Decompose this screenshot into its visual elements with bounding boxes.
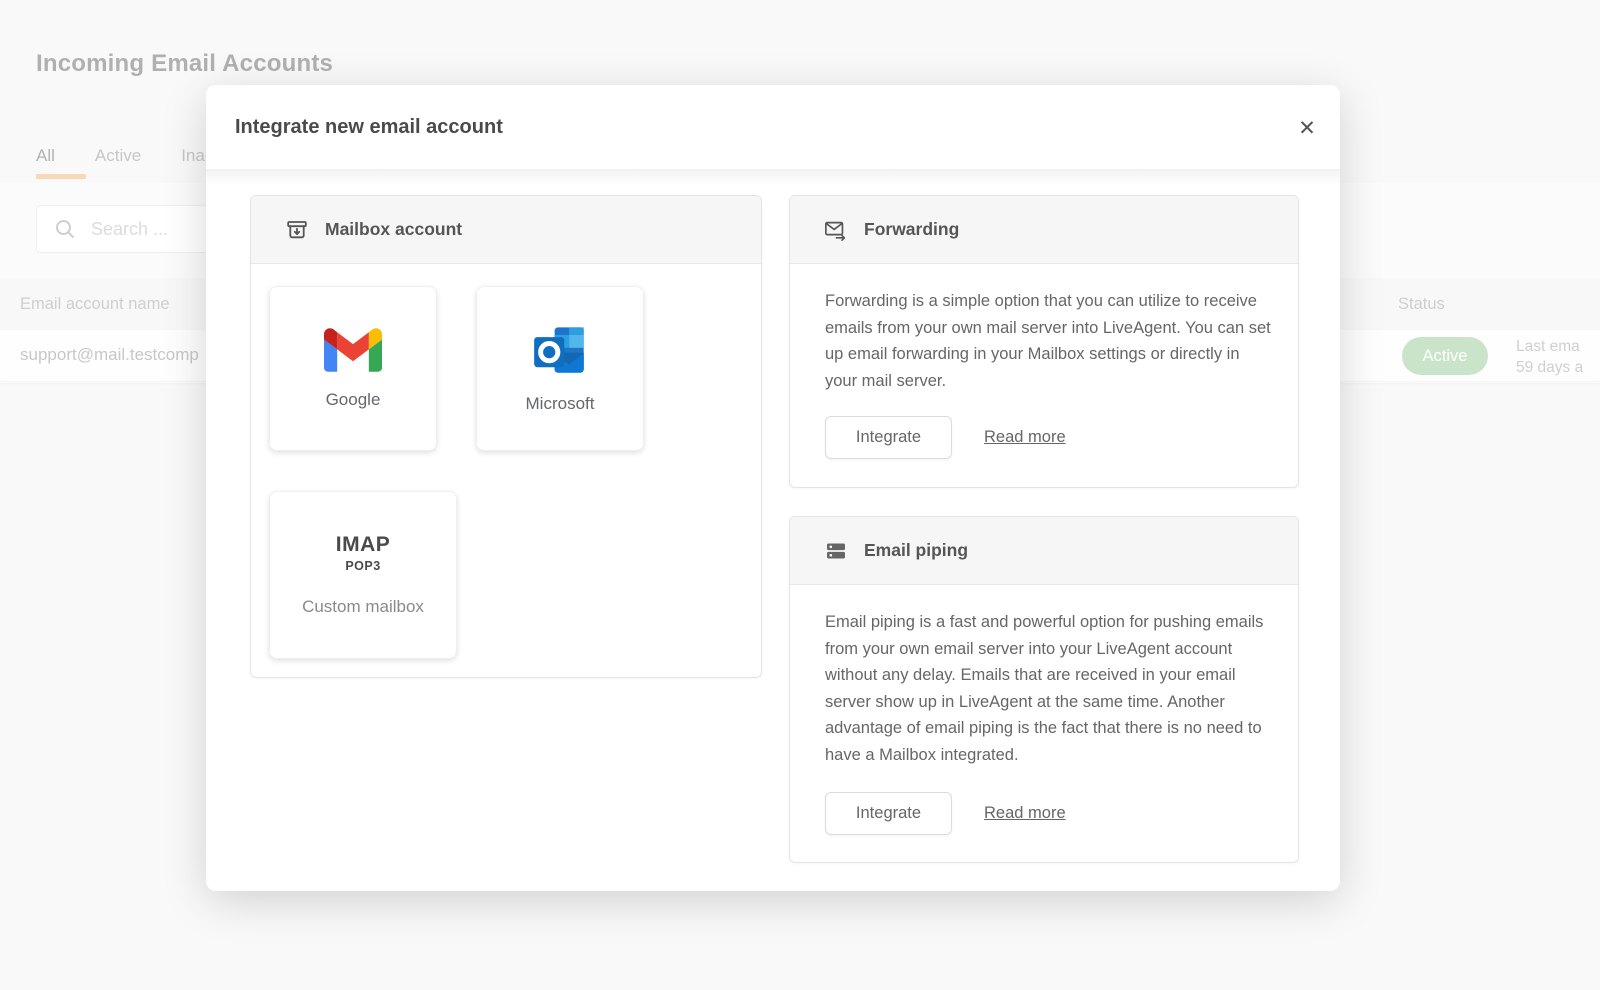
forwarding-read-more-link[interactable]: Read more bbox=[984, 428, 1066, 447]
mailbox-account-header: Mailbox account bbox=[251, 196, 761, 264]
gmail-icon bbox=[324, 328, 382, 372]
email-piping-panel: Email piping Email piping is a fast and … bbox=[789, 516, 1299, 863]
forwarding-description: Forwarding is a simple option that you c… bbox=[825, 288, 1272, 394]
provider-card-custom-mailbox[interactable]: IMAP POP3 Custom mailbox bbox=[269, 491, 457, 659]
forwarding-title: Forwarding bbox=[864, 219, 959, 240]
custom-mailbox-label: Custom mailbox bbox=[302, 597, 424, 617]
imap-label: IMAP bbox=[336, 533, 391, 557]
email-piping-icon bbox=[824, 539, 848, 563]
forwarding-actions: Integrate Read more bbox=[825, 416, 1066, 459]
modal-header-shadow bbox=[206, 169, 1340, 185]
google-card-label: Google bbox=[326, 390, 381, 410]
forwarding-integrate-button[interactable]: Integrate bbox=[825, 416, 952, 459]
email-piping-title: Email piping bbox=[864, 540, 968, 561]
provider-card-microsoft[interactable]: Microsoft bbox=[476, 286, 644, 451]
email-piping-integrate-button[interactable]: Integrate bbox=[825, 792, 952, 835]
email-piping-actions: Integrate Read more bbox=[825, 792, 1066, 835]
forwarding-panel: Forwarding Forwarding is a simple option… bbox=[789, 195, 1299, 488]
email-piping-description: Email piping is a fast and powerful opti… bbox=[825, 609, 1272, 769]
outlook-icon bbox=[532, 324, 588, 376]
forwarding-header: Forwarding bbox=[790, 196, 1298, 264]
provider-card-google[interactable]: Google bbox=[269, 286, 437, 451]
mailbox-icon bbox=[285, 218, 309, 242]
email-piping-read-more-link[interactable]: Read more bbox=[984, 804, 1066, 823]
mailbox-account-panel: Mailbox account Google bbox=[250, 195, 762, 678]
modal-title: Integrate new email account bbox=[235, 116, 503, 139]
microsoft-card-label: Microsoft bbox=[526, 394, 595, 414]
integrate-email-modal: Integrate new email account ✕ Mailbox ac… bbox=[206, 85, 1340, 891]
modal-header: Integrate new email account ✕ bbox=[206, 85, 1340, 169]
mailbox-account-title: Mailbox account bbox=[325, 219, 462, 240]
close-icon[interactable]: ✕ bbox=[1292, 113, 1322, 143]
pop3-label: POP3 bbox=[345, 559, 380, 573]
email-piping-header: Email piping bbox=[790, 517, 1298, 585]
forwarding-icon bbox=[824, 218, 848, 242]
